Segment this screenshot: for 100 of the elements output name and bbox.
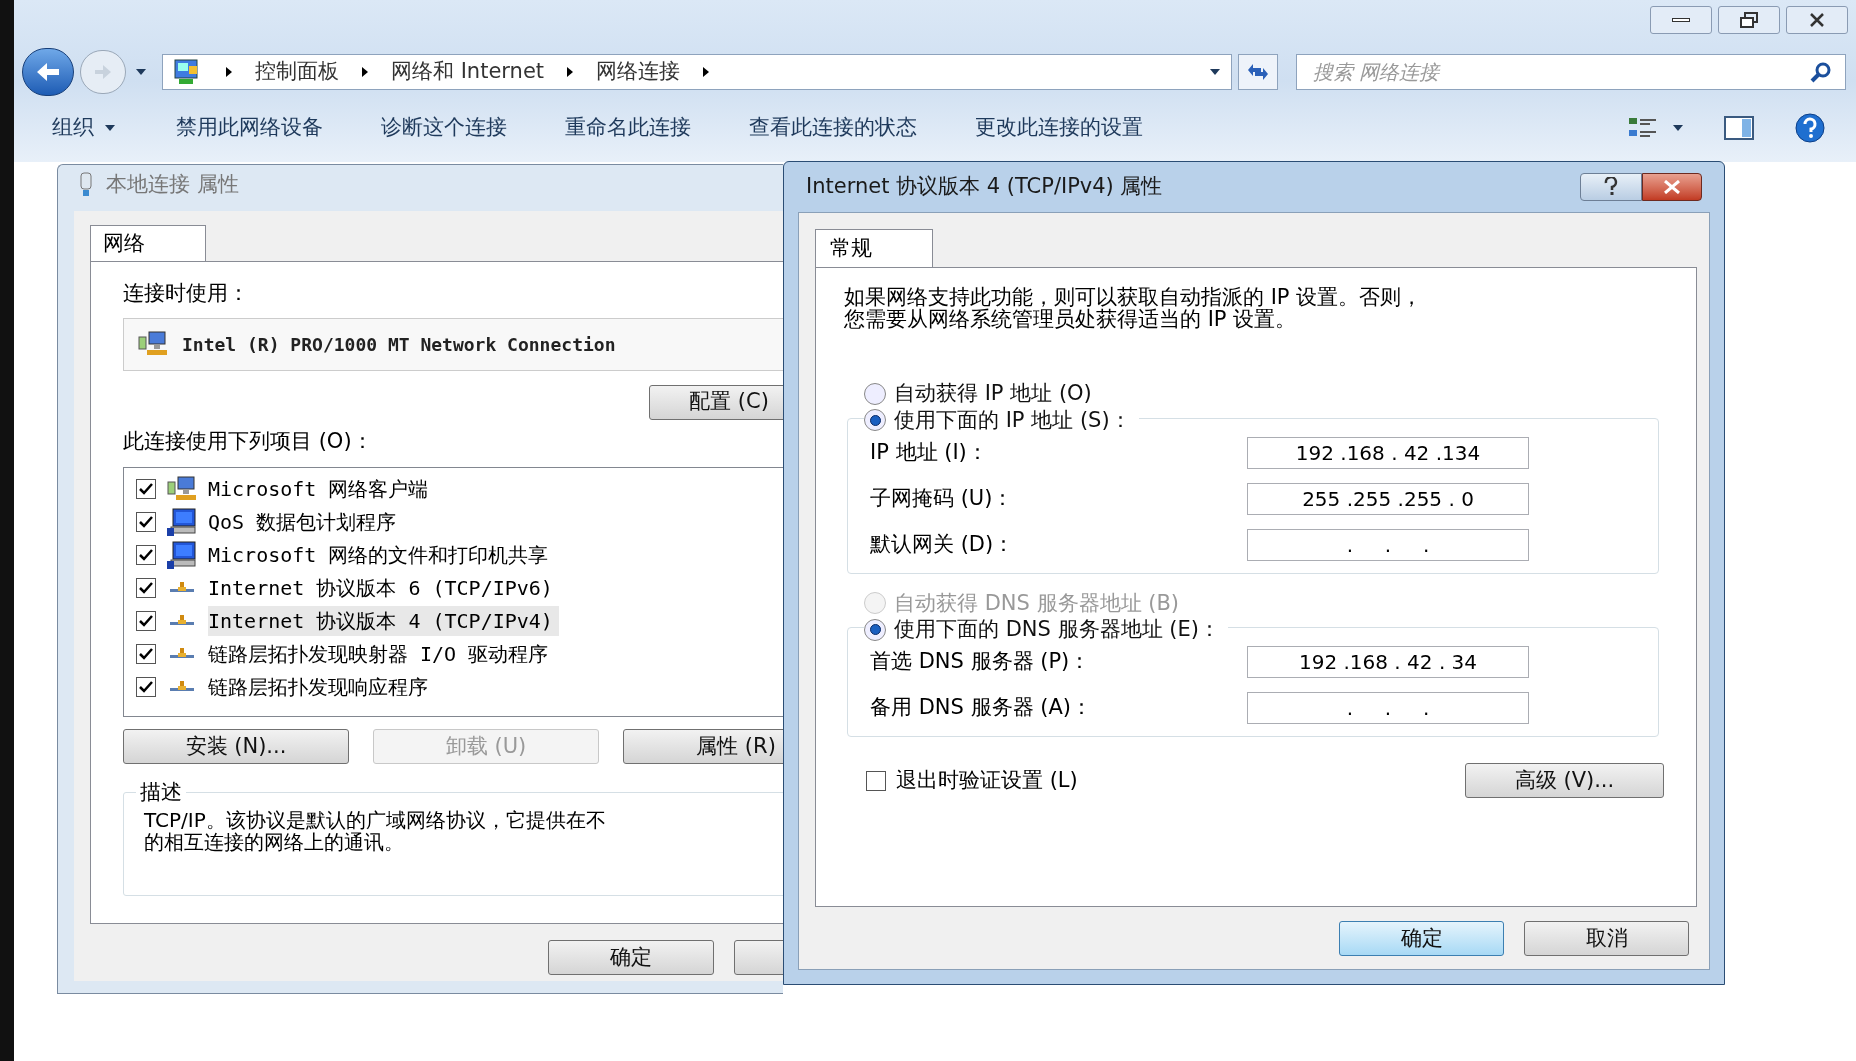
- dialog-title: Internet 协议版本 4 (TCP/IPv4) 属性: [806, 173, 1163, 201]
- ip-address-field[interactable]: . . .: [1247, 692, 1529, 724]
- list-view-icon: [1628, 116, 1658, 140]
- description-line: TCP/IP。该协议是默认的广域网络协议，它提供在不: [144, 809, 607, 831]
- search-icon: [1810, 61, 1832, 83]
- restore-button[interactable]: [1718, 6, 1780, 34]
- radio-label: 自动获得 DNS 服务器地址 (B): [894, 589, 1180, 617]
- network-computers-icon: [138, 331, 168, 357]
- dialog-button[interactable]: 属性 (R): [623, 729, 783, 764]
- caret-icon: [135, 68, 147, 76]
- field-label: 备用 DNS 服务器 (A)：: [870, 694, 1093, 722]
- tab[interactable]: 常规: [815, 229, 933, 267]
- network-protocol-icon: [169, 679, 195, 694]
- ok-button[interactable]: 确定: [1339, 921, 1504, 956]
- toolbar-button[interactable]: 组织: [52, 112, 116, 144]
- checkbox[interactable]: [136, 478, 156, 499]
- list-item[interactable]: 链路层拓扑发现响应程序: [208, 671, 434, 702]
- network-protocol-icon: [169, 613, 195, 628]
- radio-label: 使用下面的 DNS 服务器地址 (E)：: [894, 616, 1220, 643]
- intro-line: 如果网络支持此功能，则可以获取自动指派的 IP 设置。否则，: [844, 286, 1424, 308]
- restore-icon: [1739, 12, 1759, 28]
- network-protocol-icon: [169, 646, 195, 661]
- breadcrumb-item[interactable]: 网络连接: [596, 56, 681, 88]
- close-button[interactable]: [1786, 6, 1848, 34]
- preview-pane-button[interactable]: [1724, 116, 1754, 140]
- radio-label: 自动获得 IP 地址 (O): [894, 380, 1092, 407]
- tab[interactable]: 网络: [90, 225, 206, 261]
- minimize-button[interactable]: [1650, 6, 1712, 34]
- chevron-right-icon: [566, 66, 575, 78]
- back-button[interactable]: [22, 48, 74, 96]
- field-label: IP 地址 (I)：: [870, 438, 989, 466]
- dialog-button[interactable]: 确定: [548, 940, 714, 975]
- pane-icon: [1724, 116, 1754, 140]
- radio-button[interactable]: [864, 382, 886, 405]
- dialog-button[interactable]: 高级 (V)...: [1465, 763, 1664, 798]
- address-bar[interactable]: 控制面板 网络和 Internet 网络连接: [162, 54, 1232, 90]
- help-button[interactable]: [1580, 173, 1642, 201]
- toolbar-button[interactable]: 禁用此网络设备: [176, 112, 323, 144]
- radio-label: 使用下面的 IP 地址 (S)：: [894, 406, 1131, 434]
- ip-address-field[interactable]: . . .: [1247, 528, 1529, 561]
- chevron-right-icon: [225, 66, 233, 78]
- cancel-button[interactable]: 取消: [1524, 921, 1689, 956]
- help-button[interactable]: [1794, 112, 1826, 144]
- section-label: 连接时使用：: [123, 280, 250, 307]
- checkbox[interactable]: [136, 511, 156, 532]
- dialog-title: 本地连接 属性: [106, 171, 239, 199]
- ip-address-field[interactable]: 192 .168 . 42 .134: [1247, 436, 1529, 469]
- help-icon: [1794, 112, 1826, 144]
- computer-icon: [167, 507, 197, 536]
- ip-address-field[interactable]: 255 .255 .255 . 0: [1247, 482, 1529, 515]
- field-label: 默认网关 (D)：: [870, 530, 1016, 558]
- back-arrow-icon: [35, 61, 61, 83]
- toolbar-button[interactable]: 更改此连接的设置: [975, 112, 1143, 144]
- view-options-button[interactable]: [1628, 116, 1684, 140]
- toolbar-button[interactable]: 查看此连接的状态: [749, 112, 917, 144]
- checkbox[interactable]: [136, 544, 156, 565]
- close-icon: [1663, 180, 1681, 194]
- ip-address-field[interactable]: 192 .168 . 42 . 34: [1247, 646, 1529, 678]
- list-item[interactable]: Internet 协议版本 6 (TCP/IPv6): [208, 572, 559, 603]
- intro-line: 您需要从网络系统管理员处获得适当的 IP 设置。: [844, 308, 1298, 330]
- list-item[interactable]: 链路层拓扑发现映射器 I/O 驱动程序: [208, 638, 555, 669]
- radio-button[interactable]: [864, 409, 886, 432]
- caret-icon: [104, 124, 116, 132]
- list-item[interactable]: QoS 数据包计划程序: [208, 506, 403, 537]
- checkbox[interactable]: [136, 643, 156, 664]
- question-mark-icon: [1604, 177, 1618, 197]
- list-item[interactable]: Microsoft 网络客户端: [208, 473, 435, 504]
- close-button[interactable]: [1642, 173, 1702, 201]
- adapter-name: Intel (R) PRO/1000 MT Network Connection: [182, 332, 616, 357]
- checkbox[interactable]: [136, 676, 156, 697]
- forward-arrow-icon: [93, 63, 113, 81]
- chevron-right-icon: [361, 66, 369, 78]
- chevron-right-icon: [702, 66, 711, 78]
- checkbox[interactable]: [136, 610, 156, 631]
- breadcrumb-item[interactable]: 网络和 Internet: [391, 56, 545, 88]
- dialog-button[interactable]: 安装 (N)...: [123, 729, 349, 764]
- breadcrumb-item[interactable]: 控制面板: [255, 56, 339, 88]
- checkbox[interactable]: [136, 577, 156, 598]
- dialog-button[interactable]: 配置 (C): [649, 384, 783, 420]
- list-item[interactable]: Microsoft 网络的文件和打印机共享: [208, 539, 555, 570]
- field-label: 子网掩码 (U)：: [870, 484, 1015, 512]
- section-label: 此连接使用下列项目 (O)：: [123, 427, 374, 455]
- refresh-button[interactable]: [1238, 54, 1278, 90]
- network-protocol-icon: [169, 580, 195, 595]
- radio-button[interactable]: [864, 618, 886, 641]
- caret-icon: [1209, 68, 1221, 76]
- search-field[interactable]: 搜索 网络连接: [1296, 54, 1846, 90]
- checkbox-label: 退出时验证设置 (L): [896, 766, 1078, 794]
- field-label: 首选 DNS 服务器 (P)：: [870, 648, 1092, 676]
- description-line: 的相互连接的网络上的通讯。: [144, 831, 405, 853]
- toolbar-button[interactable]: 诊断这个连接: [381, 112, 507, 144]
- close-icon: [1809, 13, 1825, 27]
- caret-icon: [1672, 124, 1684, 132]
- computer-icon: [167, 540, 197, 569]
- toolbar-button[interactable]: 重命名此连接: [565, 112, 691, 144]
- refresh-icon: [1245, 62, 1271, 82]
- list-item[interactable]: Internet 协议版本 4 (TCP/IPv4): [208, 605, 559, 636]
- checkbox[interactable]: [866, 770, 886, 791]
- network-plug-icon: [78, 172, 94, 198]
- network-computers-icon: [167, 475, 197, 502]
